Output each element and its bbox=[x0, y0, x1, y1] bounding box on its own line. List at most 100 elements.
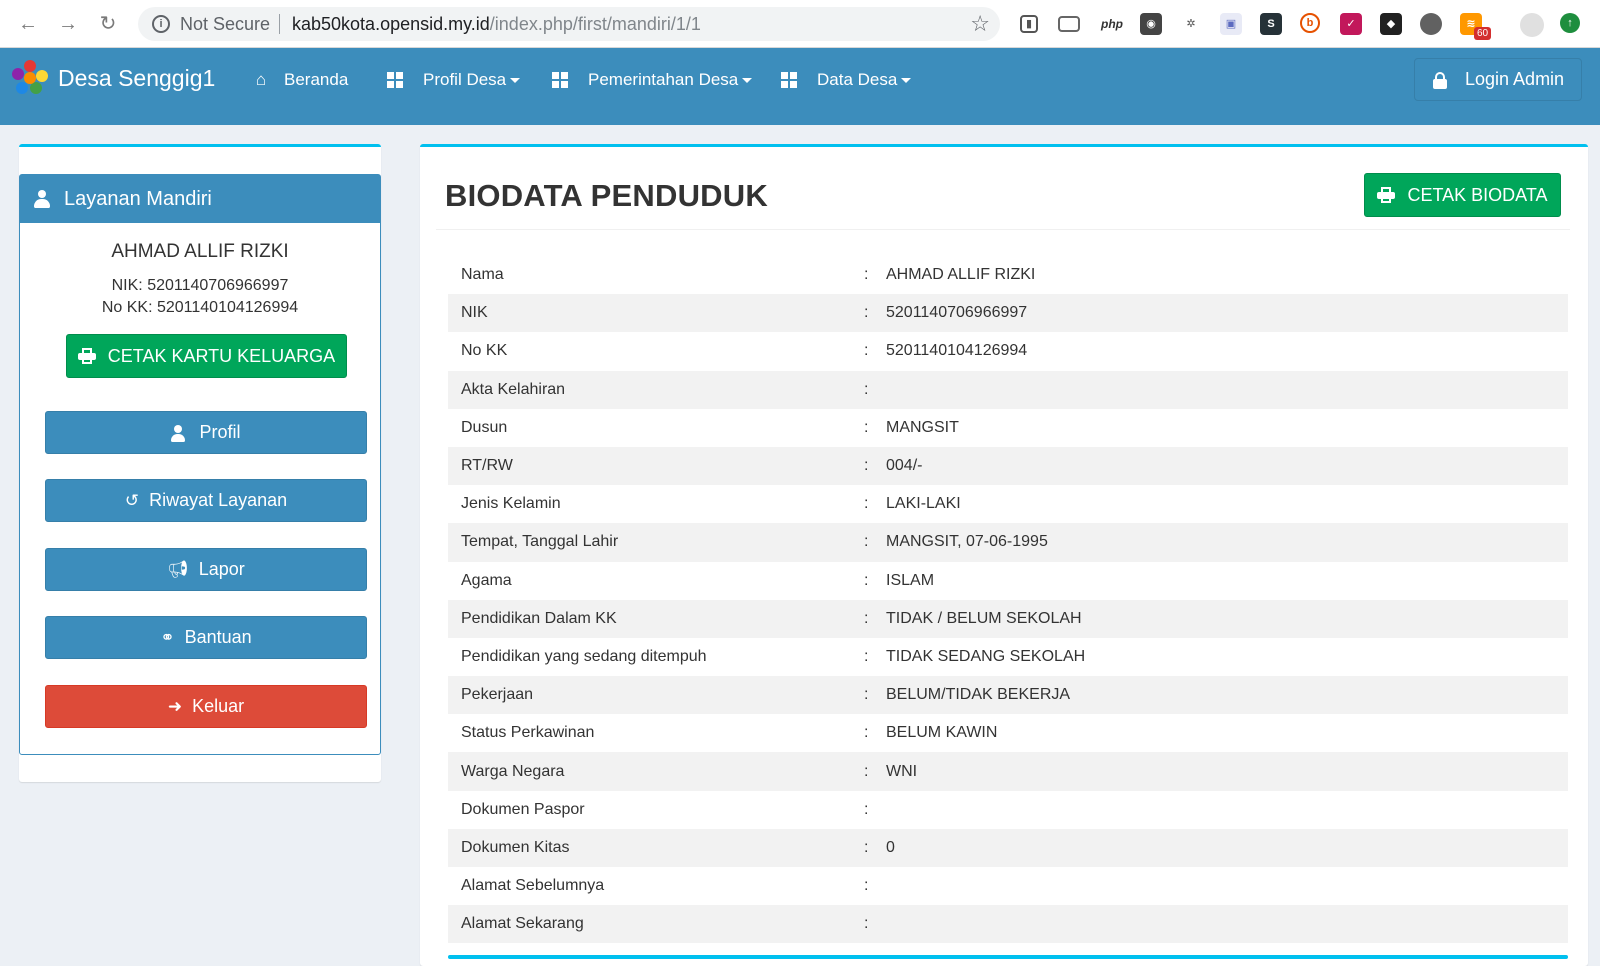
url-host: kab50kota.opensid.my.id bbox=[292, 14, 490, 34]
b-icon[interactable]: b bbox=[1300, 13, 1320, 33]
field-value: TIDAK SEDANG SEKOLAH bbox=[886, 647, 1086, 665]
print-kk-button[interactable]: CETAK KARTU KELUARGA bbox=[66, 334, 347, 378]
nav-profil-desa[interactable]: Profil Desa bbox=[387, 68, 521, 92]
resident-kk: No KK: 5201140104126994 bbox=[101, 299, 299, 316]
field-value: 5201140104126994 bbox=[886, 342, 1028, 360]
riwayat-layanan-button[interactable]: ↺ Riwayat Layanan bbox=[45, 479, 367, 522]
info-icon[interactable]: i bbox=[152, 15, 170, 33]
field-value: AHMAD ALLIF RIZKI bbox=[886, 266, 1036, 284]
table-row: Dusun: MANGSIT bbox=[448, 409, 1568, 447]
update-arrow-icon[interactable]: ↑ bbox=[1560, 13, 1580, 33]
field-label: Agama bbox=[461, 571, 512, 589]
history-icon: ↺ bbox=[124, 490, 140, 510]
table-row: Dokumen Kitas:0 bbox=[448, 828, 1568, 867]
bookmark-star-icon[interactable]: ☆ bbox=[970, 11, 990, 37]
back-arrow-icon[interactable]: ← bbox=[16, 12, 40, 36]
table-row: No KK:5201140104126994 bbox=[448, 332, 1568, 370]
forward-arrow-icon[interactable]: → bbox=[56, 12, 80, 36]
user-icon bbox=[34, 190, 50, 208]
caret-down-icon bbox=[510, 77, 521, 83]
field-value: ISLAM bbox=[886, 571, 935, 589]
flag-icon[interactable]: ✓ bbox=[1340, 13, 1362, 35]
title-divider bbox=[436, 229, 1570, 230]
field-value: MANGSIT bbox=[886, 418, 959, 436]
nav-profil-desa-label: Profil Desa bbox=[423, 70, 507, 89]
lapor-button[interactable]: 📢︎ Lapor bbox=[45, 548, 367, 591]
biodata-table: Nama: AHMAD ALLIF RIZKI NIK:52011407069669… bbox=[448, 256, 1568, 944]
field-colon: : bbox=[864, 533, 869, 551]
table-row: Pendidikan yang sedang ditempuh: TIDAK SE… bbox=[448, 638, 1568, 676]
bulb-icon[interactable]: ◉ bbox=[1140, 13, 1162, 35]
field-colon: : bbox=[864, 571, 869, 589]
brand-link[interactable]: Desa Senggig1 bbox=[12, 60, 215, 96]
table-row: Akta Kelahiran: bbox=[448, 370, 1568, 409]
field-colon: : bbox=[864, 800, 869, 818]
field-value: TIDAK / BELUM SEKOLAH bbox=[886, 609, 1082, 627]
field-label: Akta Kelahiran bbox=[461, 380, 566, 398]
bantuan-button[interactable]: ⚭ Bantuan bbox=[45, 616, 367, 659]
s-icon[interactable]: S bbox=[1260, 13, 1282, 35]
leaf-icon[interactable]: ✲ bbox=[1180, 13, 1202, 35]
field-label: Nama bbox=[461, 266, 504, 284]
lapor-label: Lapor bbox=[198, 559, 245, 579]
field-colon: : bbox=[864, 915, 869, 933]
avatar[interactable] bbox=[1520, 13, 1544, 37]
keluar-button[interactable]: ➜ Keluar bbox=[45, 685, 367, 728]
screen-icon[interactable] bbox=[1058, 16, 1080, 32]
circle-icon[interactable] bbox=[1420, 13, 1442, 35]
address-separator bbox=[279, 14, 280, 34]
url-text[interactable]: kab50kota.opensid.my.id/index.php/first/… bbox=[292, 14, 701, 35]
field-label: Pendidikan Dalam KK bbox=[461, 609, 617, 627]
field-label: Alamat Sebelumnya bbox=[461, 877, 605, 895]
table-row: Nama: AHMAD ALLIF RIZKI bbox=[448, 256, 1568, 294]
field-label: RT/RW bbox=[461, 457, 513, 475]
nav-data-desa-label: Data Desa bbox=[817, 70, 898, 89]
field-colon: : bbox=[864, 418, 869, 436]
field-label: Status Perkawinan bbox=[461, 724, 595, 742]
field-colon: : bbox=[864, 342, 869, 360]
field-label: Dokumen Kitas bbox=[461, 838, 570, 856]
nav-data-desa[interactable]: Data Desa bbox=[781, 68, 912, 92]
grid-icon bbox=[552, 72, 568, 88]
rss-badge: 60 bbox=[1474, 27, 1492, 40]
address-bar[interactable]: i Not Secure kab50kota.opensid.my.id/ind… bbox=[138, 7, 1000, 41]
table-row: RT/RW:004/- bbox=[448, 446, 1568, 486]
table-row: Status Perkawinan: BELUM KAWIN bbox=[448, 714, 1568, 752]
puzzle-icon[interactable]: ◆ bbox=[1380, 13, 1402, 35]
printer-icon bbox=[1377, 187, 1396, 203]
nav-pemerintahan-desa[interactable]: Pemerintahan Desa bbox=[552, 68, 753, 92]
grid-icon bbox=[387, 72, 403, 88]
field-label: Pendidikan yang sedang ditempuh bbox=[461, 647, 707, 665]
table-row: Dokumen Paspor: bbox=[448, 791, 1568, 829]
field-colon: : bbox=[864, 724, 869, 742]
lock-icon bbox=[1433, 71, 1447, 89]
resident-name: AHMAD ALLIF RIZKI bbox=[111, 241, 289, 262]
home-icon: ⌂ bbox=[255, 70, 267, 89]
panel-header: Layanan Mandiri bbox=[20, 175, 380, 223]
field-value bbox=[886, 371, 1568, 409]
table-row: NIK:5201140706966997 bbox=[448, 294, 1568, 333]
shield-icon[interactable]: ▣ bbox=[1220, 13, 1242, 35]
panel-title: Layanan Mandiri bbox=[64, 187, 212, 210]
kanban-icon[interactable]: ▮ bbox=[1020, 15, 1038, 33]
field-value: BELUM KAWIN bbox=[886, 724, 998, 742]
field-value: 004/- bbox=[886, 457, 923, 475]
field-value bbox=[886, 791, 1568, 829]
profil-button[interactable]: Profil bbox=[45, 411, 367, 454]
table-row: Tempat, Tanggal Lahir: MANGSIT, 07-06-199… bbox=[448, 523, 1568, 562]
field-colon: : bbox=[864, 495, 869, 513]
site-navbar: Desa Senggig1 ⌂ Beranda Profil Desa Peme… bbox=[0, 48, 1600, 125]
field-value: 5201140706966997 bbox=[886, 304, 1028, 322]
reload-icon[interactable]: ↻ bbox=[96, 12, 120, 36]
php-icon[interactable]: php bbox=[1098, 13, 1126, 35]
nav-beranda[interactable]: ⌂ Beranda bbox=[252, 68, 348, 92]
nav-beranda-label: Beranda bbox=[284, 70, 349, 89]
login-admin-button[interactable]: Login Admin bbox=[1414, 58, 1582, 101]
print-biodata-button[interactable]: CETAK BIODATA bbox=[1364, 173, 1561, 217]
bantuan-label: Bantuan bbox=[184, 627, 252, 647]
page-title: BIODATA PENDUDUK bbox=[445, 178, 768, 213]
field-value: MANGSIT, 07-06-1995 bbox=[886, 533, 1048, 551]
grid-icon bbox=[781, 72, 797, 88]
sign-out-icon: ➜ bbox=[167, 696, 183, 716]
field-colon: : bbox=[864, 457, 869, 475]
